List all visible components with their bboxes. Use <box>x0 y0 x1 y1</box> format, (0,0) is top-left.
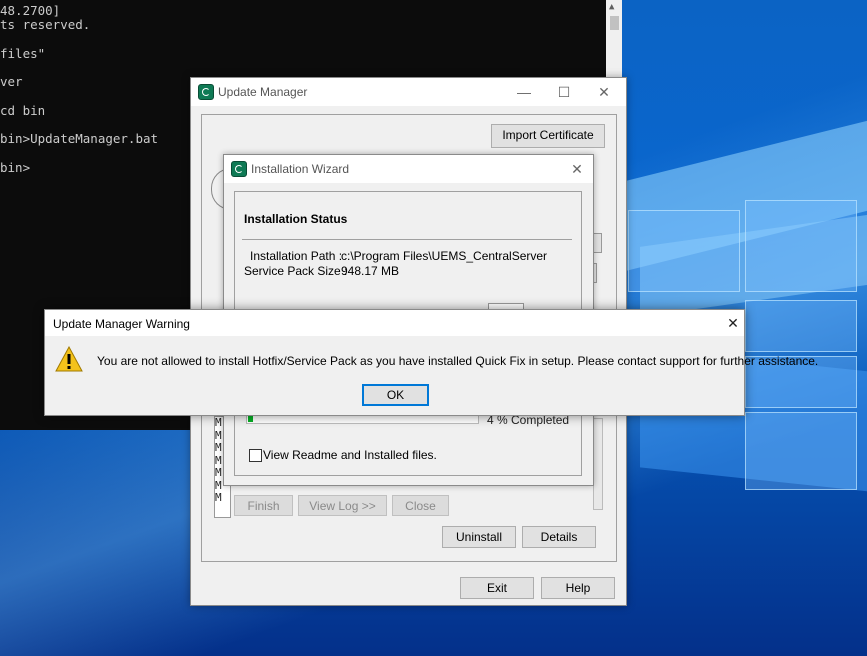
service-pack-size-label: Service Pack Size : <box>244 264 348 278</box>
ok-button[interactable]: OK <box>362 384 429 406</box>
install-path-value: c:\Program Files\UEMS_CentralServer <box>341 249 548 263</box>
window-title: Update Manager <box>218 85 308 99</box>
window-title: Installation Wizard <box>251 162 350 176</box>
details-button[interactable]: Details <box>522 526 596 548</box>
divider <box>242 239 572 240</box>
close-icon[interactable]: ✕ <box>589 82 619 102</box>
wallpaper-window-pane <box>745 200 857 292</box>
import-certificate-button[interactable]: Import Certificate <box>491 124 605 148</box>
finish-button[interactable]: Finish <box>234 495 293 516</box>
console-line: cd bin <box>0 103 46 118</box>
window-titlebar[interactable]: Update Manager — ☐ ✕ <box>191 78 626 106</box>
view-log-button[interactable]: View Log >> <box>298 495 387 516</box>
warning-icon <box>55 346 83 372</box>
window-titlebar[interactable]: Installation Wizard ✕ <box>224 155 593 183</box>
wallpaper-window-pane <box>745 300 857 352</box>
view-readme-label[interactable]: View Readme and Installed files. <box>263 448 437 462</box>
minimize-icon[interactable]: — <box>509 82 539 102</box>
install-path-label: Installation Path : <box>250 249 343 263</box>
app-icon <box>198 84 214 100</box>
warning-dialog: Update Manager Warning ✕ You are not all… <box>44 309 818 416</box>
view-readme-checkbox[interactable] <box>249 449 262 462</box>
scrollbar-thumb[interactable] <box>610 16 619 30</box>
wallpaper-window-pane <box>745 412 857 490</box>
log-list-scrollbar[interactable] <box>593 418 603 510</box>
warning-message: You are not allowed to install Hotfix/Se… <box>97 354 819 368</box>
wallpaper-window-pane <box>628 210 740 292</box>
maximize-icon[interactable]: ☐ <box>549 82 579 102</box>
service-pack-size-value: 948.17 MB <box>341 264 400 278</box>
console-line: bin>UpdateManager.bat <box>0 131 159 146</box>
exit-button[interactable]: Exit <box>460 577 534 599</box>
app-icon <box>231 161 247 177</box>
close-icon[interactable]: ✕ <box>562 159 592 179</box>
console-line: ver <box>0 74 23 89</box>
scroll-up-icon[interactable]: ▲ <box>609 2 614 12</box>
close-button[interactable]: Close <box>392 495 449 516</box>
console-line: bin> <box>0 160 31 175</box>
console-line: files" <box>0 46 46 61</box>
dialog-titlebar[interactable]: Update Manager Warning ✕ <box>45 310 744 336</box>
help-button[interactable]: Help <box>541 577 615 599</box>
console-line: ts reserved. <box>0 17 91 32</box>
dialog-title: Update Manager Warning <box>53 317 190 331</box>
installation-status-heading: Installation Status <box>244 212 348 226</box>
close-icon[interactable]: ✕ <box>718 313 748 333</box>
uninstall-button[interactable]: Uninstall <box>442 526 516 548</box>
console-line: 48.2700] <box>0 3 61 18</box>
